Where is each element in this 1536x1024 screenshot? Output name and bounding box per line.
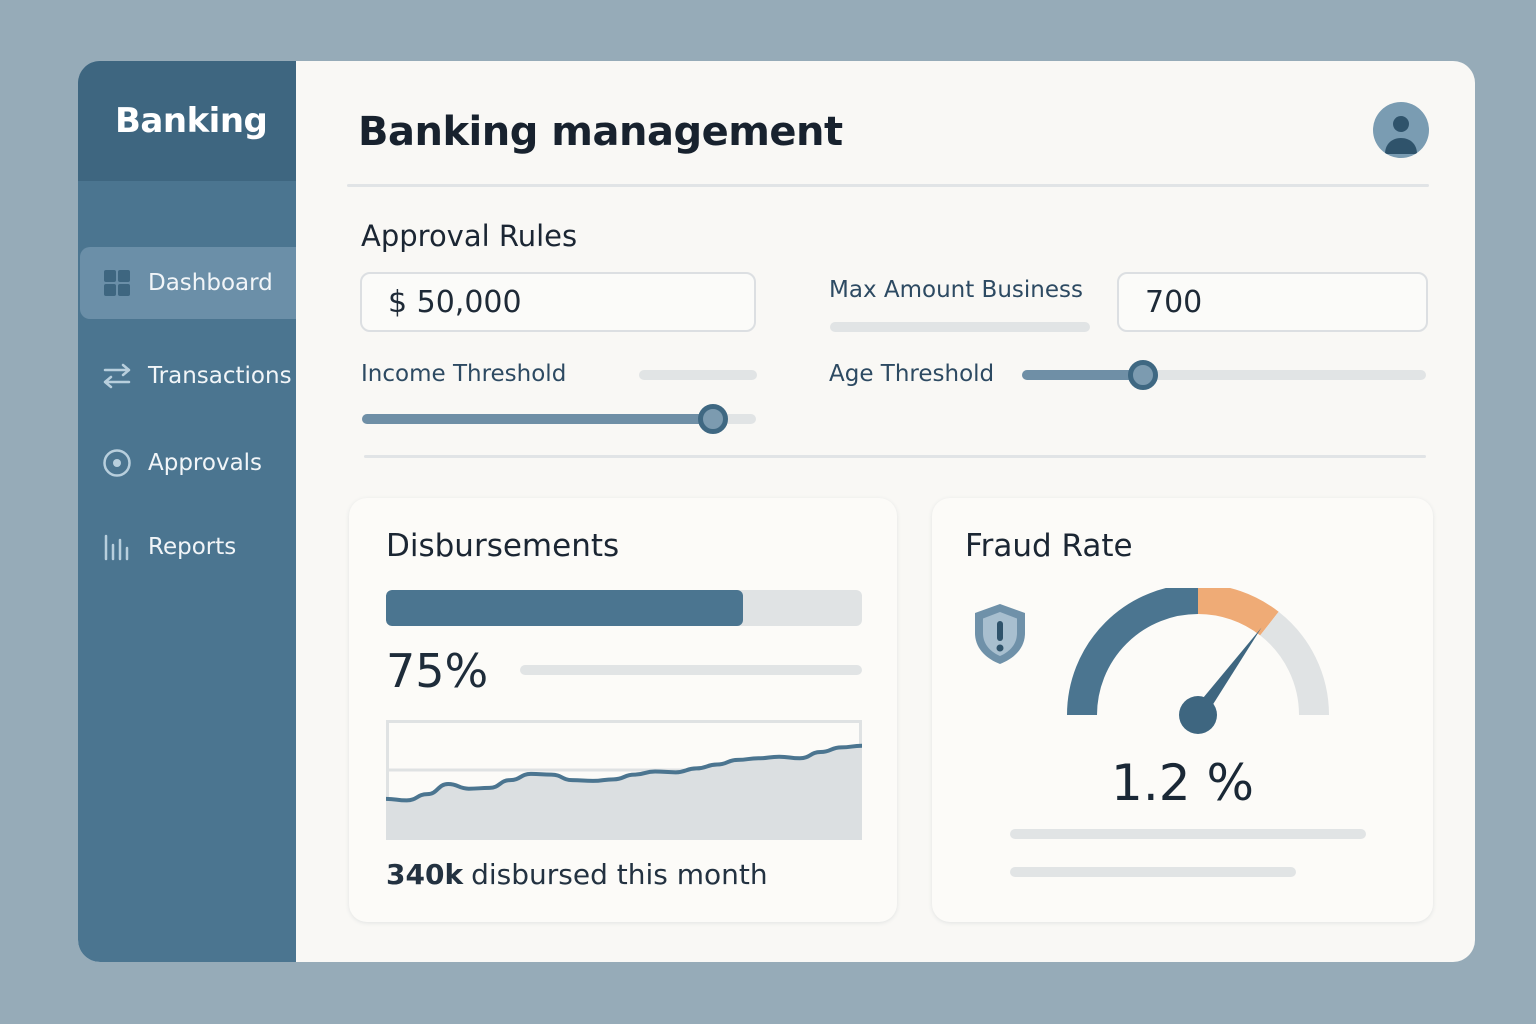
amount-input[interactable]: $ 50,000 bbox=[360, 272, 756, 332]
max-amount-label: Max Amount Business bbox=[829, 277, 1083, 303]
gauge-segment-low bbox=[1067, 588, 1199, 716]
card-title: Disbursements bbox=[386, 528, 620, 564]
sidebar-item-transactions[interactable]: Transactions bbox=[80, 340, 296, 412]
app-window: Banking Dashboard Transactions Approvals… bbox=[78, 61, 1475, 962]
sidebar: Banking Dashboard Transactions Approvals… bbox=[78, 61, 296, 962]
fraud-rate-card: Fraud Rate 1.2 % bbox=[932, 498, 1433, 922]
disbursements-card: Disbursements 75% 340k disbursed this mon… bbox=[349, 498, 897, 922]
income-threshold-label: Income Threshold bbox=[361, 361, 567, 387]
card-title: Fraud Rate bbox=[965, 528, 1133, 564]
disbursement-summary: 340k disbursed this month bbox=[386, 858, 768, 891]
placeholder-bar bbox=[830, 322, 1090, 332]
fraud-rate-gauge bbox=[1067, 588, 1329, 734]
max-amount-input[interactable]: 700 bbox=[1117, 272, 1428, 332]
sidebar-item-label: Reports bbox=[148, 534, 237, 560]
placeholder-bar bbox=[520, 665, 862, 675]
gauge-segment-high bbox=[1259, 611, 1329, 716]
slider-thumb[interactable] bbox=[1128, 360, 1159, 390]
progress-fill bbox=[386, 590, 743, 626]
age-threshold-label: Age Threshold bbox=[829, 361, 995, 387]
disbursement-trend-chart bbox=[386, 720, 862, 840]
trend-area bbox=[386, 745, 862, 840]
main-content: Banking management Approval Rules $ 50,0… bbox=[296, 61, 1475, 962]
age-threshold-slider[interactable] bbox=[1022, 360, 1426, 390]
placeholder-bar bbox=[1010, 867, 1296, 877]
fraud-rate-value: 1.2 % bbox=[1111, 754, 1254, 812]
sidebar-item-approvals[interactable]: Approvals bbox=[80, 427, 296, 499]
gauge-segment-mid bbox=[1197, 588, 1279, 636]
disbursement-percent: 75% bbox=[386, 644, 489, 698]
brand-title: Banking bbox=[78, 61, 296, 181]
section-divider bbox=[364, 455, 1426, 458]
target-icon bbox=[102, 448, 132, 478]
sidebar-item-label: Dashboard bbox=[148, 270, 273, 296]
slider-thumb[interactable] bbox=[697, 404, 728, 434]
grid-icon bbox=[102, 268, 132, 298]
shield-alert-icon bbox=[975, 604, 1025, 664]
sidebar-item-label: Transactions bbox=[148, 363, 292, 389]
placeholder-bar bbox=[1010, 829, 1366, 839]
placeholder-bar bbox=[639, 370, 757, 380]
sidebar-item-label: Approvals bbox=[148, 450, 263, 476]
bar-chart-icon bbox=[102, 532, 132, 562]
page-title: Banking management bbox=[358, 109, 843, 155]
disbursement-caption: disbursed this month bbox=[471, 858, 768, 891]
sidebar-item-dashboard[interactable]: Dashboard bbox=[80, 247, 296, 319]
disbursement-progress bbox=[386, 590, 862, 626]
section-title: Approval Rules bbox=[361, 219, 578, 253]
header-divider bbox=[347, 184, 1429, 187]
user-avatar-icon[interactable] bbox=[1373, 102, 1429, 158]
transfer-arrows-icon bbox=[102, 361, 132, 391]
slider-fill bbox=[362, 414, 713, 424]
slider-fill bbox=[1022, 370, 1144, 380]
income-threshold-slider[interactable] bbox=[362, 404, 756, 434]
sidebar-item-reports[interactable]: Reports bbox=[80, 511, 296, 583]
disbursement-amount: 340k bbox=[386, 858, 464, 891]
gauge-hub bbox=[1179, 696, 1217, 734]
